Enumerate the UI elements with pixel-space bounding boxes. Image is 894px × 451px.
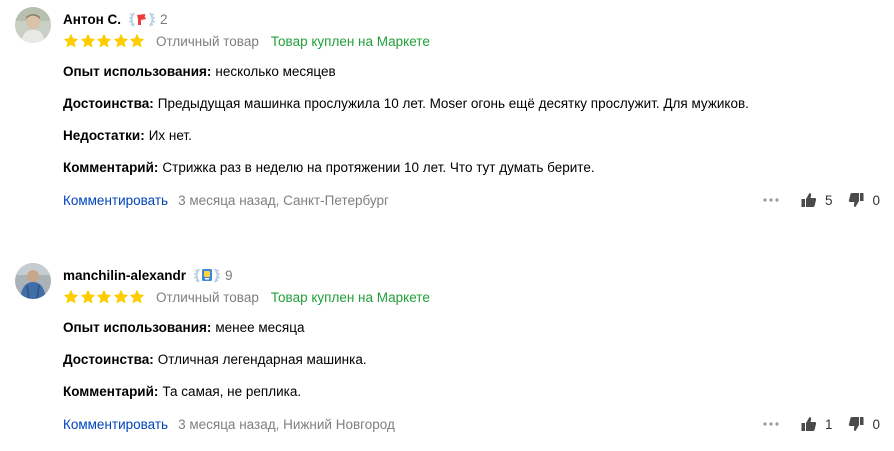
review-field-pros: Достоинства: Предыдущая машинка прослужил… bbox=[63, 95, 749, 113]
star-icon bbox=[96, 33, 112, 48]
field-value: менее месяца bbox=[215, 320, 305, 335]
dislikes-count: 0 bbox=[872, 192, 880, 208]
avatar[interactable] bbox=[15, 263, 51, 299]
review-card: Антон С. 2 Отличный товар Товар куплен н… bbox=[0, 0, 894, 225]
review-field-experience: Опыт использования: менее месяца bbox=[63, 319, 304, 337]
comment-button[interactable]: Комментировать bbox=[63, 193, 168, 208]
field-value: Стрижка раз в неделю на протяжении 10 ле… bbox=[162, 160, 595, 175]
author-line: manchilin-alexandr 9 bbox=[63, 266, 233, 284]
star-icon bbox=[96, 289, 112, 304]
star-rating bbox=[63, 33, 146, 49]
author-line: Антон С. 2 bbox=[63, 10, 168, 28]
review-card: manchilin-alexandr 9 Отличный товар Това… bbox=[0, 256, 894, 451]
author-name[interactable]: Антон С. bbox=[63, 12, 121, 27]
field-value: Их нет. bbox=[148, 128, 192, 143]
more-dots-icon[interactable] bbox=[761, 191, 781, 209]
star-icon bbox=[80, 289, 95, 304]
field-label: Достоинства: bbox=[63, 352, 154, 367]
star-rating bbox=[63, 289, 146, 305]
field-label: Комментарий: bbox=[63, 160, 159, 175]
thumbs-up-icon[interactable] bbox=[801, 192, 817, 208]
rating-text: Отличный товар bbox=[155, 33, 259, 49]
star-icon bbox=[63, 33, 79, 48]
field-label: Недостатки: bbox=[63, 128, 145, 143]
review-field-comment: Комментарий: Та самая, не реплика. bbox=[63, 383, 301, 401]
review-field-comment: Комментарий: Стрижка раз в неделю на прот… bbox=[63, 159, 595, 177]
bought-on-market-label: Товар куплен на Маркете bbox=[270, 33, 430, 49]
star-icon bbox=[80, 33, 95, 48]
review-meta: 3 месяца назад, Нижний Новгород bbox=[178, 416, 395, 432]
star-icon bbox=[113, 289, 128, 304]
field-label: Комментарий: bbox=[63, 384, 159, 399]
comment-button[interactable]: Комментировать bbox=[63, 417, 168, 432]
star-icon bbox=[130, 289, 145, 304]
star-icon bbox=[113, 33, 128, 48]
review-footer: Комментировать 3 месяца назад, Санкт-Пет… bbox=[63, 191, 389, 209]
bought-on-market-label: Товар куплен на Маркете bbox=[270, 289, 430, 305]
vote-actions: 5 0 bbox=[761, 191, 880, 209]
rating-line: Отличный товар Товар куплен на Маркете bbox=[63, 287, 430, 307]
badge-count: 9 bbox=[225, 267, 233, 283]
thumbs-down-icon[interactable] bbox=[848, 192, 864, 208]
laurel-hairdryer-badge-icon[interactable] bbox=[127, 10, 157, 28]
review-footer: Комментировать 3 месяца назад, Нижний Но… bbox=[63, 415, 395, 433]
field-label: Опыт использования: bbox=[63, 64, 212, 79]
thumbs-up-icon[interactable] bbox=[801, 416, 817, 432]
author-name[interactable]: manchilin-alexandr bbox=[63, 268, 186, 283]
star-icon bbox=[63, 289, 79, 304]
field-value: Предыдущая машинка прослужила 10 лет. Mo… bbox=[157, 96, 749, 111]
likes-count: 1 bbox=[824, 416, 833, 432]
field-value: несколько месяцев bbox=[215, 64, 336, 79]
review-meta: 3 месяца назад, Санкт-Петербург bbox=[178, 192, 389, 208]
avatar[interactable] bbox=[15, 7, 51, 43]
dislikes-count: 0 bbox=[872, 416, 880, 432]
laurel-trophy-badge-icon[interactable] bbox=[192, 266, 222, 284]
star-icon bbox=[130, 33, 145, 48]
likes-count: 5 bbox=[824, 192, 833, 208]
field-label: Опыт использования: bbox=[63, 320, 212, 335]
rating-line: Отличный товар Товар куплен на Маркете bbox=[63, 31, 430, 51]
thumbs-down-icon[interactable] bbox=[848, 416, 864, 432]
field-label: Достоинства: bbox=[63, 96, 154, 111]
badge-count: 2 bbox=[160, 11, 168, 27]
field-value: Та самая, не реплика. bbox=[162, 384, 302, 399]
more-dots-icon[interactable] bbox=[761, 415, 781, 433]
review-field-pros: Достоинства: Отличная легендарная машинка… bbox=[63, 351, 367, 369]
review-field-experience: Опыт использования: несколько месяцев bbox=[63, 63, 336, 81]
vote-actions: 1 0 bbox=[761, 415, 880, 433]
rating-text: Отличный товар bbox=[155, 289, 259, 305]
review-field-cons: Недостатки: Их нет. bbox=[63, 127, 192, 145]
field-value: Отличная легендарная машинка. bbox=[157, 352, 367, 367]
